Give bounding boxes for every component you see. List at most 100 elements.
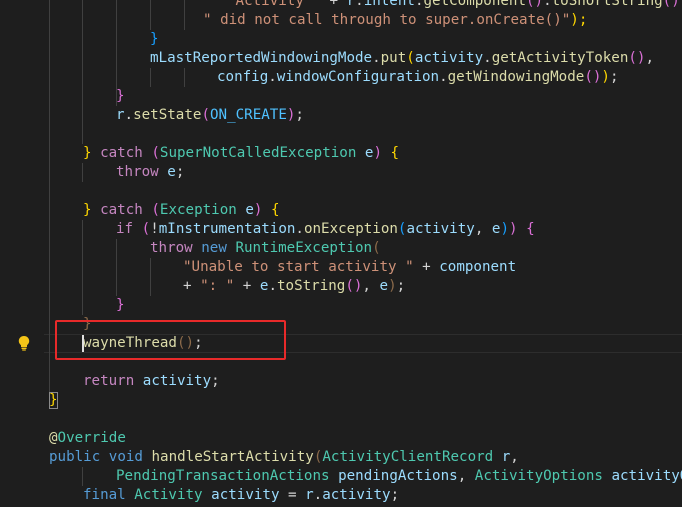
token-variable: e xyxy=(379,278,389,294)
token-field: mLastReportedWindowingMode xyxy=(150,50,373,66)
token-punctuation: . xyxy=(483,50,492,66)
token-field: windowConfiguration xyxy=(276,69,440,85)
token-paren: ( xyxy=(142,145,160,161)
token-punctuation: . xyxy=(439,69,448,85)
token-punctuation: . xyxy=(268,69,277,85)
code-line-0: "Activity " + r.intent.getComponent().to… xyxy=(49,0,682,11)
token-field: intent xyxy=(363,0,415,9)
token-paren: ) xyxy=(373,145,383,161)
code-line-9: throw e; xyxy=(49,163,184,182)
token-operator: + xyxy=(413,259,440,275)
token-punctuation: ; xyxy=(175,164,185,180)
token-type: SuperNotCalledException xyxy=(159,145,357,161)
token-method: onException xyxy=(303,221,398,237)
token-variable: config xyxy=(217,69,269,85)
token-paren: ( xyxy=(133,221,151,237)
token-string: "Activity " xyxy=(227,0,321,9)
code-line-3: mLastReportedWindowingMode.put(activity.… xyxy=(49,49,654,68)
token-operator: + xyxy=(234,278,260,294)
token-paren: ( xyxy=(406,50,415,66)
token-annotation: Override xyxy=(57,430,126,446)
token-punctuation: ; xyxy=(295,107,304,123)
token-brace: { xyxy=(262,202,280,218)
token-operator: = xyxy=(279,487,306,503)
token-brace: { xyxy=(382,145,400,161)
code-line-26: final Activity activity = r.activity; xyxy=(49,486,399,505)
token-variable: e xyxy=(167,164,176,180)
token-keyword: throw xyxy=(116,164,159,180)
token-type: ActivityOptions xyxy=(474,468,603,484)
code-area[interactable]: "Activity " + r.intent.getComponent().to… xyxy=(0,0,682,507)
token-brace: } xyxy=(83,202,101,218)
token-keyword: return xyxy=(83,373,135,389)
token-punctuation: , xyxy=(510,449,519,465)
token-brace: } xyxy=(83,145,101,161)
code-line-2: } xyxy=(49,30,159,49)
token-string: "Unable to start activity " xyxy=(183,259,414,275)
token-brace: } xyxy=(116,297,125,313)
code-line-11: } catch (Exception e) { xyxy=(49,201,280,220)
token-string: " did not call through to super.onCreate… xyxy=(203,12,571,28)
token-variable: activity xyxy=(406,221,475,237)
token-parens: () xyxy=(628,50,646,66)
token-punctuation: . xyxy=(372,50,381,66)
token-paren: ) xyxy=(509,221,518,237)
token-field: mInstrumentation xyxy=(158,221,296,237)
token-method: getWindowingMode xyxy=(447,69,585,85)
token-variable: activity xyxy=(142,373,212,389)
token-parens: () xyxy=(662,0,680,9)
token-keyword: throw xyxy=(150,240,193,256)
token-method: toShortString xyxy=(551,0,663,9)
code-line-25: PendingTransactionActions pendingActions… xyxy=(49,467,682,486)
token-operator: ! xyxy=(150,221,159,237)
token-keyword: new xyxy=(201,240,227,256)
token-operator: + xyxy=(320,0,347,9)
code-line-6: r.setState(ON_CREATE); xyxy=(49,106,304,125)
token-paren: ) xyxy=(500,221,509,237)
token-brace: { xyxy=(517,221,535,237)
token-punctuation: ; xyxy=(609,69,619,85)
token-annotation-at: @ xyxy=(49,430,58,446)
token-keyword: public xyxy=(49,449,101,465)
code-line-13: throw new RuntimeException( xyxy=(49,239,381,258)
token-method: put xyxy=(380,50,407,66)
token-punctuation: ; xyxy=(211,373,220,389)
token-variable: activity xyxy=(211,487,280,503)
code-line-23: @Override xyxy=(49,429,126,448)
token-method: handleStartActivity xyxy=(151,449,314,465)
code-line-24: public void handleStartActivity(Activity… xyxy=(49,448,519,467)
token-parens: () xyxy=(525,0,544,9)
token-method: setState xyxy=(133,107,202,123)
token-keyword: catch xyxy=(100,145,143,161)
token-variable: component xyxy=(439,259,517,275)
token-constant: ON_CREATE xyxy=(209,107,287,123)
code-line-16: } xyxy=(49,296,125,315)
token-punctuation: . xyxy=(355,0,364,9)
token-brace: } xyxy=(150,31,159,47)
code-line-14: "Unable to start activity " + component xyxy=(49,258,516,277)
token-punctuation: , xyxy=(362,278,380,294)
code-editor[interactable]: "Activity " + r.intent.getComponent().to… xyxy=(0,0,682,507)
token-paren: ); xyxy=(570,12,588,28)
code-line-20: return activity; xyxy=(49,372,220,391)
token-paren: ) xyxy=(601,69,610,85)
token-method: getComponent xyxy=(423,0,526,9)
token-punctuation: , xyxy=(457,468,475,484)
code-line-1: " did not call through to super.onCreate… xyxy=(49,11,587,30)
token-variable: e xyxy=(245,202,254,218)
token-punctuation: . xyxy=(124,107,134,123)
token-variable: pendingActions xyxy=(338,468,458,484)
token-paren: ( xyxy=(142,202,160,218)
bracket-match-highlight xyxy=(49,392,58,409)
token-string: ": " xyxy=(200,278,235,294)
token-punctuation: . xyxy=(268,278,277,294)
token-keyword: catch xyxy=(100,202,143,218)
token-type: Exception xyxy=(159,202,237,218)
token-punctuation: . xyxy=(313,487,323,503)
